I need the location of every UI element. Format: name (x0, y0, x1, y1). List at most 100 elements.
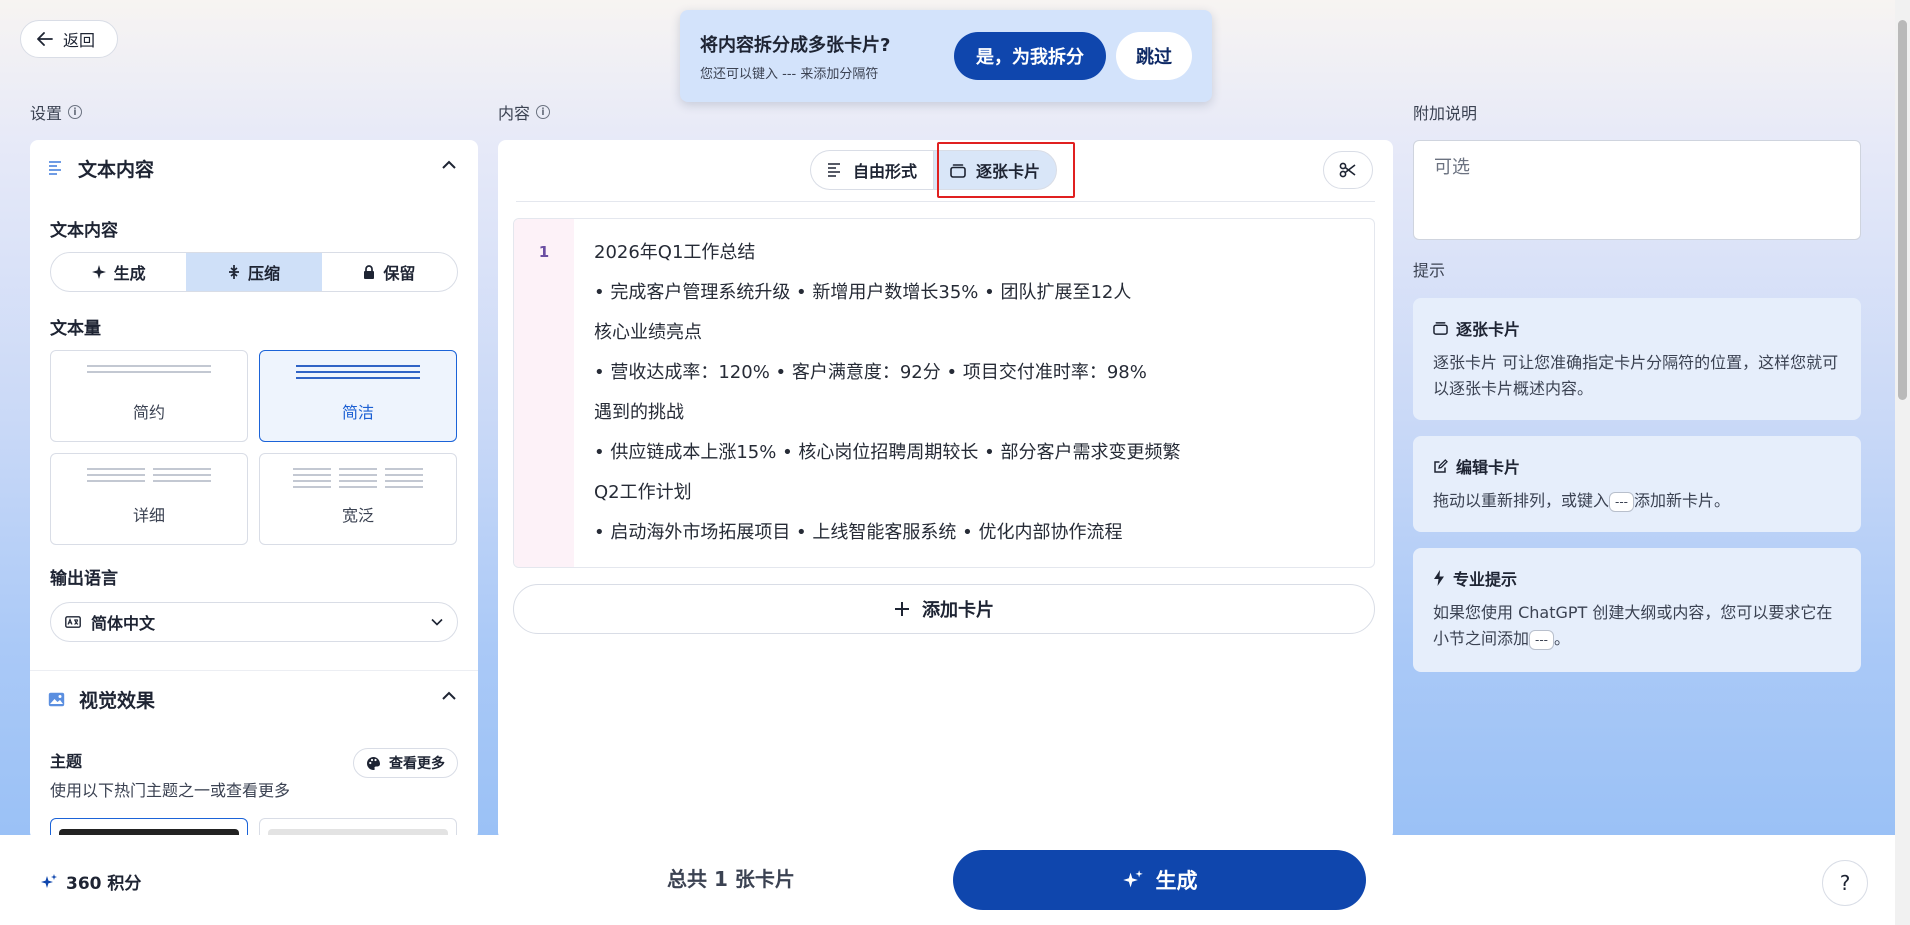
tip-pro: 专业提示 如果您使用 ChatGPT 创建大纲或内容，您可以要求它在小节之间添加… (1413, 548, 1861, 672)
credits-display[interactable]: 360 积分 (40, 869, 141, 894)
back-label: 返回 (63, 31, 96, 50)
arrow-left-icon (37, 32, 53, 46)
mode-preserve-label: 保留 (383, 264, 416, 283)
language-icon (65, 616, 81, 628)
amount-option-detailed[interactable]: 详细 (50, 453, 248, 545)
notes-section-label: 附加说明 (1413, 100, 1477, 124)
tip-text: 如果您使用 ChatGPT 创建大纲或内容，您可以要求它在小节之间添加 (1433, 603, 1833, 648)
amount-option-extensive[interactable]: 宽泛 (259, 453, 457, 545)
card-line: 遇到的挑战 (594, 402, 684, 423)
settings-panel: 文本内容 文本内容 生成 压缩 保留 文本量 简约 简洁 详细 宽泛 输出语言 … (30, 140, 478, 840)
theme-hint: 使用以下热门主题之一或查看更多 (50, 781, 291, 800)
sparkle-icon (1122, 869, 1144, 891)
content-card[interactable]: 1 2026年Q1工作总结 • 完成客户管理系统升级 • 新增用户数增长35% … (513, 218, 1375, 568)
add-card-label: 添加卡片 (922, 600, 994, 621)
text-content-title: 文本内容 (78, 158, 155, 181)
card-line: 2026年Q1工作总结 (594, 242, 756, 263)
card-line: Q2工作计划 (594, 482, 692, 503)
lock-icon (363, 265, 375, 279)
view-more-themes-button[interactable]: 查看更多 (353, 748, 458, 778)
settings-label-text: 设置 (30, 104, 63, 123)
split-prompt-title: 将内容拆分成多张卡片? (700, 34, 891, 56)
lightning-icon (1433, 570, 1445, 586)
tips-label: 提示 (1413, 261, 1446, 280)
amount-concise-label: 简洁 (341, 403, 374, 422)
mode-preserve-button[interactable]: 保留 (322, 253, 457, 291)
card-gutter (514, 219, 574, 567)
content-divider (516, 201, 1375, 202)
help-icon: ? (1839, 871, 1851, 895)
language-value: 简体中文 (91, 614, 156, 633)
chevron-up-icon[interactable] (442, 691, 456, 700)
amount-option-brief[interactable]: 简约 (50, 350, 248, 442)
info-icon[interactable]: i (68, 105, 83, 119)
text-content-header[interactable]: 文本内容 (30, 140, 478, 196)
tab-freeform-label: 自由形式 (853, 162, 918, 181)
tip-title: 逐张卡片 (1456, 320, 1521, 339)
sparkle-icon (40, 873, 58, 891)
tip-body: 逐张卡片 可让您准确指定卡片分隔符的位置，这样您就可以逐张卡片概述内容。 (1433, 353, 1839, 398)
bottom-bar: 360 积分 总共 1 张卡片 生成 ? (0, 835, 1895, 925)
generate-button[interactable]: 生成 (953, 850, 1366, 910)
scrollbar-thumb[interactable] (1898, 20, 1907, 400)
text-mode-segmented: 生成 压缩 保留 (50, 252, 458, 292)
language-select[interactable]: 简体中文 (50, 602, 458, 642)
split-skip-button[interactable]: 跳过 (1116, 32, 1192, 80)
mode-condense-label: 压缩 (247, 264, 280, 283)
separator-kbd: --- (1609, 491, 1635, 512)
back-button[interactable]: 返回 (20, 20, 118, 58)
highlight-annotation (937, 142, 1075, 198)
split-prompt-banner: 将内容拆分成多张卡片? 您还可以键入 --- 来添加分隔符 是，为我拆分 跳过 (680, 10, 1212, 102)
amount-option-concise[interactable]: 简洁 (259, 350, 457, 442)
cards-icon (1433, 321, 1448, 335)
add-card-button[interactable]: 添加卡片 (513, 584, 1375, 634)
text-amount-label: 文本量 (50, 319, 101, 339)
text-align-icon (827, 163, 843, 177)
tip-edit-cards: 编辑卡片 拖动以重新排列，或键入 --- 添加新卡片。 (1413, 436, 1861, 532)
edit-icon (1433, 458, 1448, 474)
amount-brief-label: 简约 (132, 403, 165, 422)
card-line: • 营收达成率：120% • 客户满意度：92分 • 项目交付准时率：98% (594, 362, 1147, 383)
tip-title: 专业提示 (1453, 570, 1518, 589)
content-panel: 自由形式 逐张卡片 1 2026年Q1工作总结 • 完成客户管理系统升级 • 新… (498, 140, 1393, 840)
output-language-label: 输出语言 (50, 569, 118, 589)
help-button[interactable]: ? (1822, 860, 1868, 906)
tip-text: 。 (1554, 629, 1571, 648)
mode-condense-button[interactable]: 压缩 (186, 253, 322, 291)
amount-extensive-label: 宽泛 (341, 506, 374, 525)
lines-icon (260, 365, 456, 379)
palette-icon (366, 756, 381, 771)
card-text[interactable]: 2026年Q1工作总结 • 完成客户管理系统升级 • 新增用户数增长35% • … (594, 233, 1354, 553)
tip-body: 拖动以重新排列，或键入 --- 添加新卡片。 (1433, 488, 1841, 514)
card-line: 核心业绩亮点 (594, 322, 702, 343)
info-icon[interactable]: i (536, 105, 551, 119)
visual-effects-header[interactable]: 视觉效果 (30, 671, 478, 727)
columns-icon (51, 468, 247, 482)
plus-icon (894, 601, 910, 617)
chevron-up-icon[interactable] (442, 160, 456, 169)
lines-icon (51, 365, 247, 373)
card-line: • 启动海外市场拓展项目 • 上线智能客服系统 • 优化内部协作流程 (594, 522, 1123, 543)
split-confirm-button[interactable]: 是，为我拆分 (954, 32, 1106, 80)
card-number: 1 (538, 243, 550, 261)
credits-label: 360 积分 (66, 874, 142, 894)
page-scrollbar[interactable] (1895, 0, 1910, 925)
sparkle-icon (91, 265, 106, 279)
visual-effects-title: 视觉效果 (79, 689, 156, 712)
text-mode-label: 文本内容 (50, 221, 118, 241)
split-scissors-button[interactable] (1323, 151, 1373, 189)
content-label-text: 内容 (498, 104, 531, 123)
notes-textarea[interactable]: 可选 (1413, 140, 1861, 240)
chevron-down-icon (431, 618, 443, 626)
notes-label-text: 附加说明 (1413, 104, 1478, 123)
split-prompt-subtitle: 您还可以键入 --- 来添加分隔符 (700, 66, 879, 82)
tip-body: 如果您使用 ChatGPT 创建大纲或内容，您可以要求它在小节之间添加 ---。 (1433, 600, 1841, 652)
card-line: • 供应链成本上涨15% • 核心岗位招聘周期较长 • 部分客户需求变更频繁 (594, 442, 1181, 463)
mode-generate-button[interactable]: 生成 (51, 253, 186, 291)
tab-freeform[interactable]: 自由形式 (810, 150, 934, 190)
image-icon (48, 692, 65, 707)
scissors-icon (1339, 161, 1357, 179)
mode-generate-label: 生成 (113, 264, 146, 283)
tip-title: 编辑卡片 (1456, 458, 1521, 477)
view-more-label: 查看更多 (389, 756, 445, 772)
